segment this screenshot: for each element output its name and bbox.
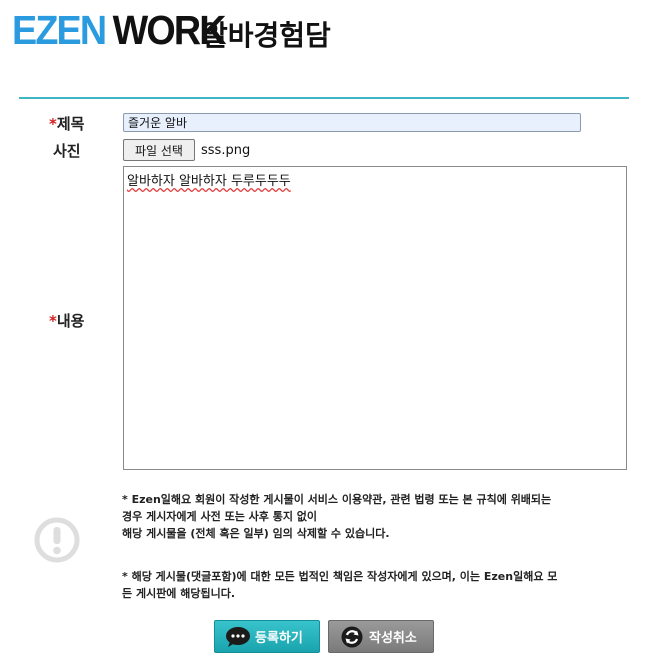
logo-ezen-text: EZEN bbox=[12, 7, 107, 53]
cancel-button-label: 작성취소 bbox=[369, 631, 417, 646]
file-select-button[interactable]: 파일 선택 bbox=[123, 139, 195, 161]
exclamation-circle-icon bbox=[34, 517, 80, 563]
photo-label: 사진 bbox=[53, 142, 81, 160]
required-mark: * bbox=[49, 312, 57, 330]
content-textarea[interactable]: 알바하자 알바하자 두루두두두 bbox=[123, 166, 627, 470]
header-divider bbox=[19, 97, 629, 99]
content-label-text: 내용 bbox=[56, 312, 85, 330]
required-mark: * bbox=[49, 115, 57, 133]
title-input[interactable] bbox=[123, 113, 581, 132]
speech-bubble-icon bbox=[226, 626, 250, 647]
title-label-text: 제목 bbox=[56, 115, 85, 133]
submit-button-label: 등록하기 bbox=[255, 631, 303, 646]
page-title: 알바경험담 bbox=[202, 19, 331, 52]
refresh-icon bbox=[341, 626, 363, 647]
notice-paragraph-1: * Ezen일해요 회원이 작성한 게시물이 서비스 이용약관, 관련 법령 또… bbox=[122, 493, 552, 540]
site-logo[interactable]: EZEN WORK bbox=[12, 7, 227, 53]
submit-button[interactable]: 등록하기 bbox=[214, 620, 320, 653]
title-label: *제목 bbox=[49, 115, 84, 133]
selected-file-name: sss.png bbox=[201, 143, 251, 158]
content-label: *내용 bbox=[49, 312, 84, 330]
cancel-button[interactable]: 작성취소 bbox=[328, 620, 434, 653]
notice-paragraph-2: * 해당 게시물(댓글포함)에 대한 모든 법적인 책임은 작성자에게 있으며,… bbox=[122, 570, 558, 600]
